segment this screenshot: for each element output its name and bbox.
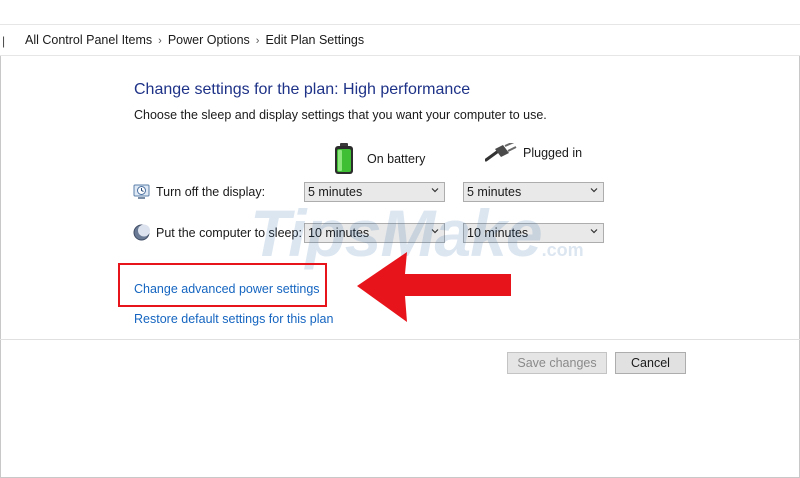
breadcrumb-item-edit-plan[interactable]: Edit Plan Settings — [265, 33, 364, 47]
display-timer-icon — [133, 184, 150, 199]
annotation-arrow-icon — [357, 252, 511, 322]
sleep-battery-value: 10 minutes — [308, 226, 370, 240]
setting-label-sleep: Put the computer to sleep: — [156, 225, 302, 240]
sleep-plugged-value: 10 minutes — [467, 226, 529, 240]
page-title: Change settings for the plan: High perfo… — [134, 81, 471, 98]
display-battery-value: 5 minutes — [308, 185, 363, 199]
chevron-down-icon — [590, 188, 598, 193]
sleep-plugged-select[interactable]: 10 minutes — [463, 223, 604, 243]
page-subtitle: Choose the sleep and display settings th… — [134, 108, 547, 122]
column-label-battery: On battery — [367, 152, 426, 166]
setting-label-display: Turn off the display: — [156, 184, 266, 199]
setting-row-sleep: Put the computer to sleep: — [133, 224, 302, 241]
address-separator: | — [2, 34, 6, 48]
display-plugged-select[interactable]: 5 minutes — [463, 182, 604, 202]
footer-divider — [0, 339, 800, 340]
display-battery-select[interactable]: 5 minutes — [304, 182, 445, 202]
chevron-down-icon — [431, 229, 439, 234]
breadcrumb-item-control-panel[interactable]: All Control Panel Items — [25, 33, 152, 47]
cancel-button[interactable]: Cancel — [615, 352, 686, 374]
sleep-battery-select[interactable]: 10 minutes — [304, 223, 445, 243]
column-header-battery: On battery — [333, 143, 425, 175]
setting-row-display: Turn off the display: — [133, 183, 265, 200]
column-label-plugged: Plugged in — [523, 146, 583, 160]
breadcrumb-item-power-options[interactable]: Power Options — [168, 33, 250, 47]
address-bar[interactable]: | All Control Panel Items › Power Options ›… — [0, 25, 800, 56]
sleep-moon-icon — [133, 224, 150, 241]
battery-icon — [335, 143, 353, 174]
chevron-right-icon: › — [255, 35, 260, 47]
window-titlebar — [0, 0, 800, 25]
chevron-down-icon — [431, 188, 439, 193]
column-header-plugged: Plugged in — [485, 143, 582, 163]
breadcrumb: All Control Panel Items › Power Options › Ed… — [25, 33, 364, 47]
chevron-down-icon — [590, 229, 598, 234]
restore-defaults-link[interactable]: Restore default settings for this plan — [134, 312, 333, 326]
save-changes-button[interactable]: Save changes — [507, 352, 607, 374]
display-plugged-value: 5 minutes — [467, 185, 522, 199]
plug-icon — [485, 143, 517, 162]
chevron-right-icon: › — [158, 35, 162, 47]
annotation-highlight-box — [118, 263, 327, 307]
